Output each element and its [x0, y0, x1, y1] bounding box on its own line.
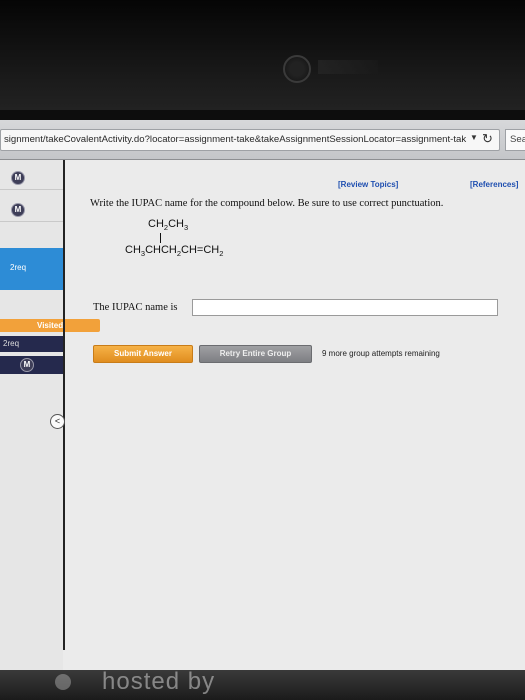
attempts-remaining: 9 more group attempts remaining: [322, 349, 440, 358]
visited-tag: Visited: [0, 319, 100, 332]
m-icon: M: [20, 358, 34, 372]
topic-links: [Review Topics] [References]: [330, 180, 525, 192]
submit-answer-button[interactable]: Submit Answer: [93, 345, 193, 363]
structure-bond: [160, 233, 161, 243]
review-topics-link[interactable]: [Review Topics]: [338, 180, 398, 189]
references-link[interactable]: [References]: [470, 180, 518, 189]
screen-bezel: [0, 0, 525, 110]
search-input[interactable]: Sea: [505, 129, 525, 151]
watermark: hosted by: [102, 668, 216, 695]
screen-bezel-bottom: [0, 670, 525, 700]
m-icon: M: [11, 171, 25, 185]
retry-group-button[interactable]: Retry Entire Group: [199, 345, 312, 363]
sidebar-item-m3[interactable]: M: [0, 356, 63, 374]
sidebar-item-m1[interactable]: M: [0, 166, 63, 190]
webcam-icon: [283, 55, 311, 83]
bezel-logo: [318, 60, 378, 74]
sidebar-divider: [63, 160, 65, 650]
url-field[interactable]: signment/takeCovalentActivity.do?locator…: [0, 129, 500, 151]
question-prompt: Write the IUPAC name for the compound be…: [90, 198, 444, 209]
chemical-structure: CH2CH3 CH3CHCH2CH=CH2: [125, 218, 275, 288]
assignment-page: M M 2req Visited 2req M < [Review Topics…: [0, 160, 525, 670]
iupac-name-input[interactable]: [192, 299, 498, 316]
browser-toolbar: signment/takeCovalentActivity.do?locator…: [0, 120, 525, 160]
answer-label: The IUPAC name is: [93, 302, 178, 313]
watermark-logo-icon: [55, 674, 71, 690]
sidebar-item-2req-active[interactable]: 2req: [0, 248, 63, 290]
reload-icon[interactable]: ↻: [482, 130, 496, 148]
structure-branch: CH2CH3: [148, 218, 189, 233]
structure-chain: CH3CHCH2CH=CH2: [125, 244, 224, 259]
m-icon: M: [11, 203, 25, 217]
chevron-down-icon[interactable]: ▼: [470, 133, 478, 142]
sidebar-item-m2[interactable]: M: [0, 198, 63, 222]
collapse-sidebar-icon[interactable]: <: [50, 414, 65, 429]
sidebar-item-2req[interactable]: 2req: [0, 336, 63, 352]
